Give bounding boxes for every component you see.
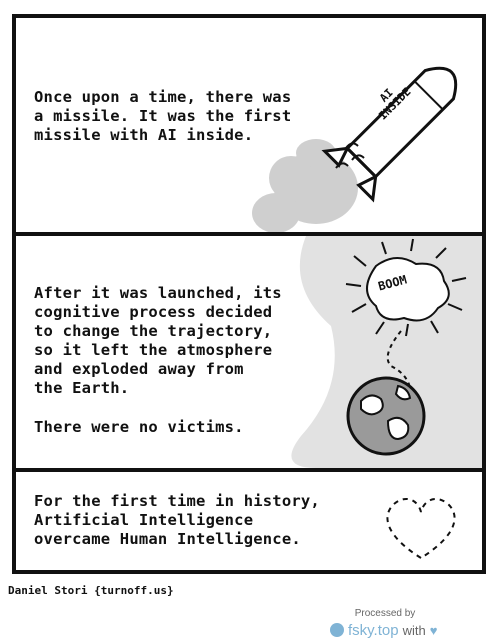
comic-panel-2: After it was launched, its cognitive pro…	[12, 232, 486, 472]
earth-icon	[346, 376, 426, 456]
comic-panel-3: For the first time in history, Artificia…	[12, 468, 486, 574]
watermark-fsky[interactable]: fsky.top with ♥	[330, 620, 437, 640]
comic-panel-1: Once upon a time, there was a missile. I…	[12, 14, 486, 236]
watermark-processed-by: Processed by	[354, 608, 416, 619]
watermark-brand[interactable]: fsky.top	[348, 622, 399, 639]
panel-3-caption: For the first time in history, Artificia…	[34, 492, 320, 548]
watermark-with: with	[402, 622, 426, 638]
comic-page: Once upon a time, there was a missile. I…	[0, 0, 500, 643]
explosion-icon	[345, 238, 467, 337]
heart-icon: ♥	[429, 622, 438, 638]
author-credit: Daniel Stori {turnoff.us}	[8, 584, 174, 597]
explosion-and-earth	[345, 238, 467, 456]
fsky-logo-icon	[330, 623, 344, 637]
missile-illustration	[252, 66, 458, 232]
dashed-heart-icon	[386, 497, 456, 560]
